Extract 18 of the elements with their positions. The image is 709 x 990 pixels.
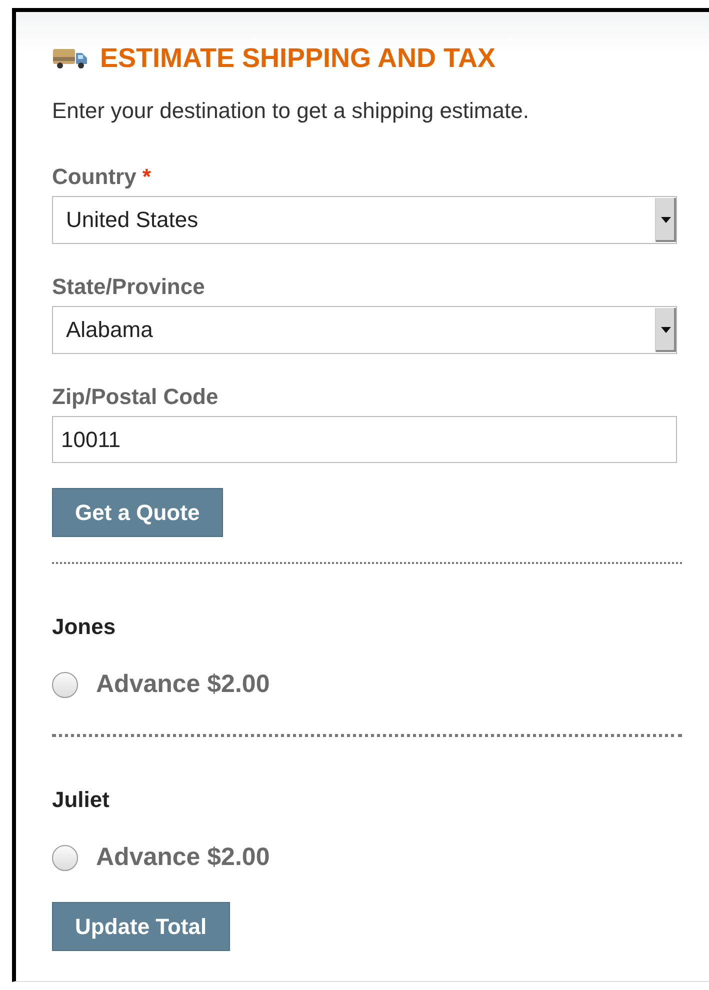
input-field[interactable]: 10011 <box>52 416 677 463</box>
carrier-name: Juliet <box>52 787 110 813</box>
dropdown-field[interactable]: United States <box>52 196 677 244</box>
truck-icon <box>52 47 88 69</box>
rate-label[interactable]: Advance $2.00 <box>96 670 270 699</box>
rate-label[interactable]: Advance $2.00 <box>96 843 270 872</box>
quote-button[interactable]: Get a Quote <box>52 488 223 537</box>
dropdown-field[interactable]: Alabama <box>52 306 677 354</box>
field-label: State/Province <box>52 274 205 300</box>
field-label: Zip/Postal Code <box>52 384 218 410</box>
field-label: Country <box>52 164 136 190</box>
radio-button[interactable] <box>52 844 78 870</box>
intro-text: Enter your destination to get a shipping estimate. <box>52 98 530 124</box>
update-total-button[interactable]: Update Total <box>52 902 230 951</box>
required-mark: * <box>142 164 151 190</box>
section-title: ESTIMATE SHIPPING AND TAX <box>100 42 496 74</box>
radio-button[interactable] <box>52 672 78 698</box>
carrier-name: Jones <box>52 614 117 640</box>
